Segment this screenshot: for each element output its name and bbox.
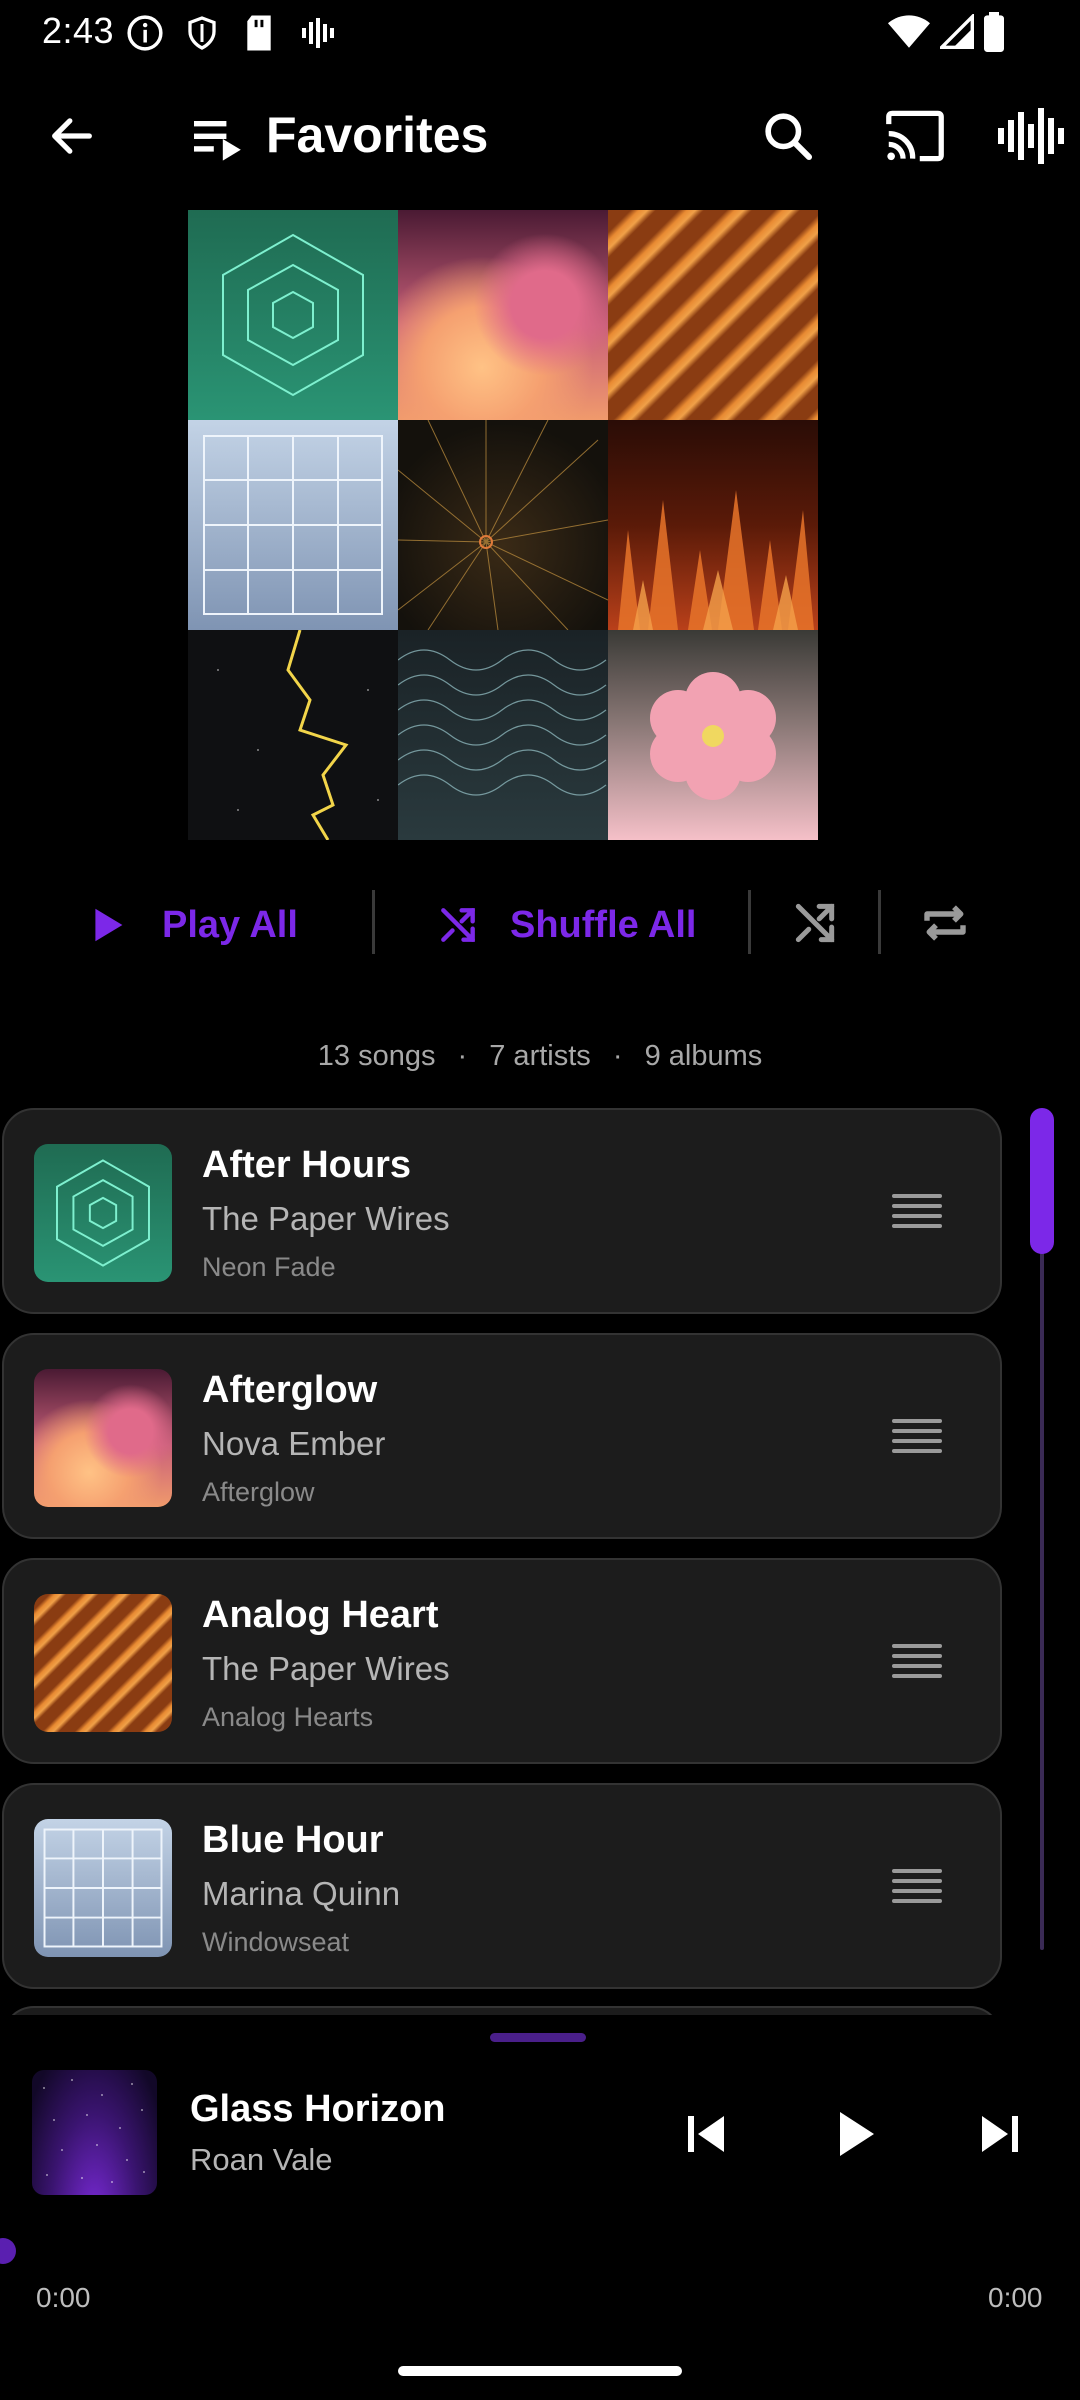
play-pause-icon[interactable] (836, 2110, 876, 2158)
elapsed-time: 0:00 (36, 2282, 91, 2313)
album-count: 9 albums (644, 1040, 763, 1072)
song-title: Afterglow (202, 1369, 378, 1411)
drag-handle-icon[interactable] (892, 1869, 942, 1905)
collage-tile-starburst (398, 420, 608, 630)
total-duration: 0:00 (988, 2282, 1043, 2313)
summary-separator: · (457, 1040, 468, 1072)
signal-icon (940, 14, 974, 49)
skip-next-icon[interactable] (980, 2112, 1020, 2156)
song-album: Neon Fade (202, 1252, 336, 1282)
sd-card-icon (247, 15, 271, 51)
collage-tile-lightning (188, 630, 398, 840)
play-all-button[interactable]: Play All (90, 870, 330, 980)
song-artist: The Paper Wires (202, 1650, 450, 1687)
waveform-icon (302, 18, 334, 48)
song-artist: Marina Quinn (202, 1875, 401, 1912)
song-row[interactable]: After Hours The Paper Wires Neon Fade (2, 1108, 1002, 1314)
shuffle-toggle-icon[interactable] (790, 898, 840, 948)
mini-player[interactable] (0, 2015, 1080, 2345)
collage-tile-bokeh (398, 210, 608, 420)
collage-tile-flower (608, 630, 818, 840)
equalizer-icon[interactable] (996, 108, 1068, 164)
song-row[interactable]: Afterglow Nova Ember Afterglow (2, 1333, 1002, 1539)
home-indicator[interactable] (398, 2366, 682, 2376)
action-divider (748, 890, 751, 954)
now-playing-artist: Roan Vale (190, 2142, 333, 2177)
collage-tile-flames (608, 420, 818, 630)
drag-handle-icon[interactable] (892, 1644, 942, 1680)
page-title: Favorites (266, 107, 489, 163)
song-title: After Hours (202, 1144, 412, 1186)
song-title: Analog Heart (202, 1594, 439, 1636)
scrollbar-thumb[interactable] (1030, 1108, 1054, 1254)
song-album: Afterglow (202, 1477, 315, 1507)
playlist-icon (194, 121, 241, 161)
song-album: Analog Hearts (202, 1702, 374, 1732)
song-row[interactable]: Blue Hour Marina Quinn Windowseat (2, 1783, 1002, 1989)
player-drag-handle[interactable] (490, 2033, 586, 2042)
song-album: Windowseat (202, 1927, 350, 1957)
shield-icon (188, 16, 216, 50)
song-row[interactable]: Analog Heart The Paper Wires Analog Hear… (2, 1558, 1002, 1764)
shuffle-all-label: Shuffle All (510, 903, 697, 946)
song-count: 13 songs (317, 1040, 436, 1072)
drag-handle-icon[interactable] (892, 1419, 942, 1455)
collage-tile-stripes (608, 210, 818, 420)
song-artist: The Paper Wires (202, 1200, 450, 1237)
collage-tile-hexagon (188, 210, 398, 420)
now-playing-artwork (32, 2070, 157, 2195)
play-all-label: Play All (162, 903, 298, 946)
battery-icon (984, 12, 1004, 52)
wifi-icon (888, 15, 930, 48)
info-icon (127, 15, 163, 51)
song-artwork (34, 1594, 172, 1732)
now-playing-title: Glass Horizon (190, 2088, 446, 2130)
song-artwork (34, 1819, 172, 1957)
artist-count: 7 artists (489, 1040, 591, 1072)
shuffle-icon (441, 908, 475, 942)
song-artwork (34, 1369, 172, 1507)
summary-separator: · (612, 1040, 623, 1072)
drag-handle-icon[interactable] (892, 1194, 942, 1230)
play-icon (95, 908, 123, 942)
song-title: Blue Hour (202, 1819, 384, 1861)
playlist-collage (188, 210, 818, 840)
repeat-icon[interactable] (918, 896, 972, 950)
skip-previous-icon[interactable] (686, 2112, 726, 2156)
shuffle-all-button[interactable]: Shuffle All (436, 870, 736, 980)
song-artist: Nova Ember (202, 1425, 386, 1462)
song-artwork (34, 1144, 172, 1282)
collage-tile-grid (188, 420, 398, 630)
action-divider (878, 890, 881, 954)
playlist-summary: 13 songs · 7 artists · 9 albums (0, 1040, 1080, 1073)
cast-icon[interactable] (884, 108, 946, 164)
status-time: 2:43 (42, 10, 115, 51)
search-icon[interactable] (760, 108, 816, 164)
collage-tile-waves (398, 630, 608, 840)
action-divider (372, 890, 375, 954)
back-arrow-icon[interactable] (46, 110, 98, 162)
